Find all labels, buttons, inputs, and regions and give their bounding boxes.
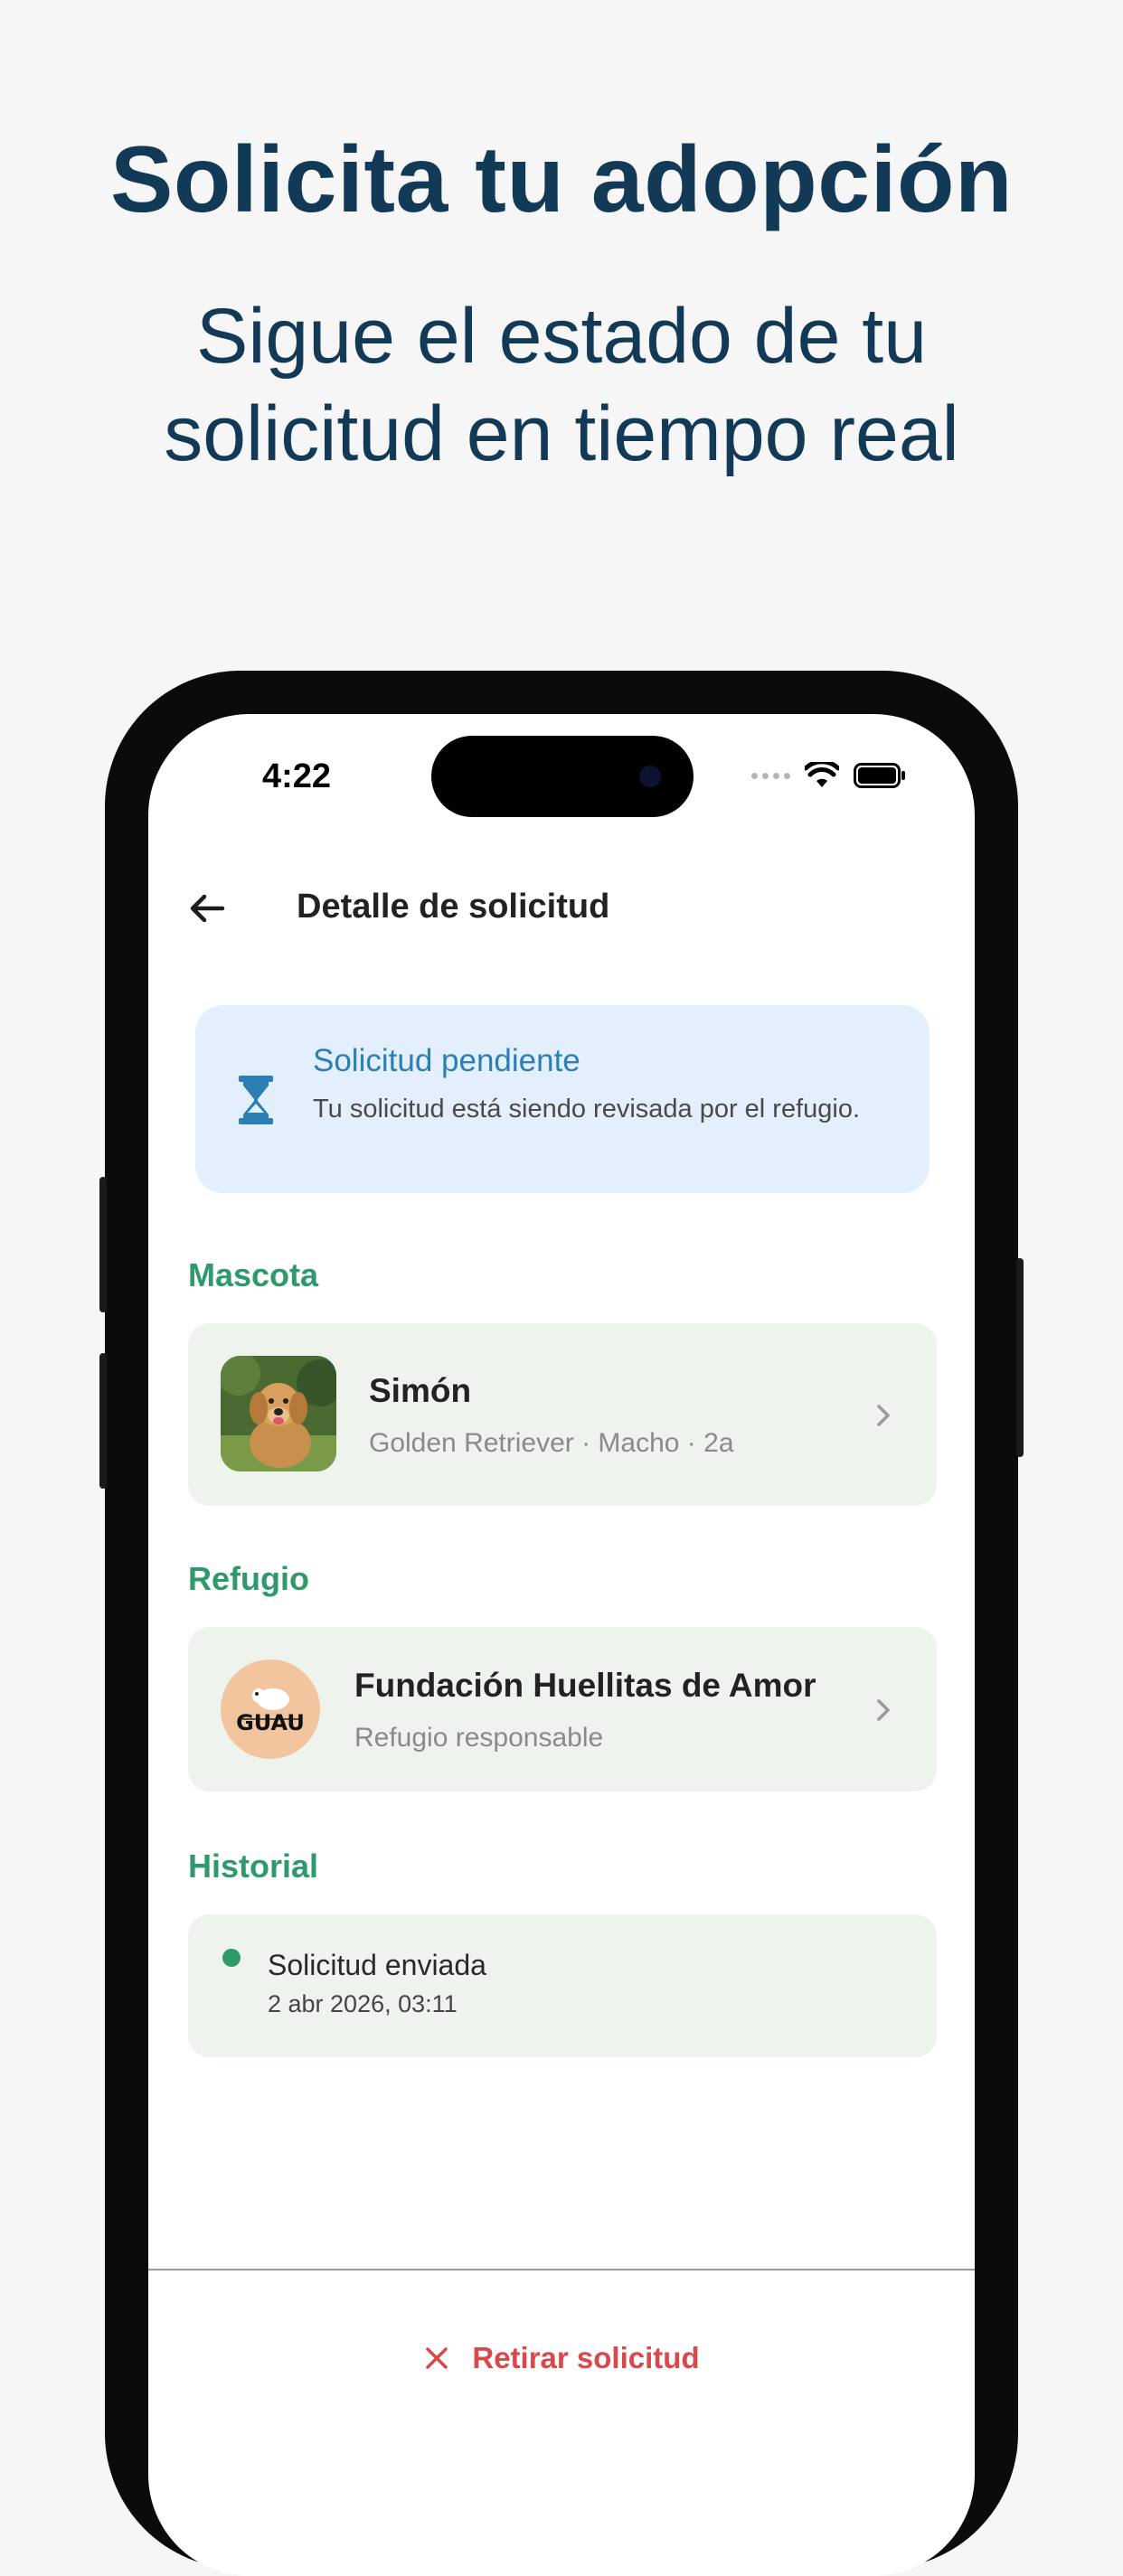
- pet-photo: [221, 1356, 336, 1471]
- signal-icon: [751, 772, 790, 779]
- shelter-logo: GUAU: [221, 1659, 320, 1759]
- pending-status-description: Tu solicitud está siendo revisada por el…: [313, 1095, 861, 1123]
- section-label-shelter: Refugio: [188, 1560, 309, 1597]
- status-icons: [751, 757, 906, 794]
- dynamic-island: [431, 736, 694, 817]
- volume-down-button: [99, 1353, 107, 1489]
- status-time: 4:22: [262, 757, 332, 795]
- pending-status-title: Solicitud pendiente: [313, 1043, 580, 1078]
- power-button: [1016, 1258, 1024, 1457]
- section-label-pet: Mascota: [188, 1256, 319, 1293]
- history-item-date: 2 abr 2026, 03:11: [268, 1990, 458, 2017]
- footer-divider: [148, 2269, 975, 2270]
- camera-icon: [639, 766, 661, 787]
- shelter-name: Fundación Huellitas de Amor: [354, 1667, 816, 1704]
- svg-text:GUAU: GUAU: [236, 1710, 305, 1735]
- history-card: Solicitud enviada 2 abr 2026, 03:11: [188, 1914, 937, 2057]
- arrow-left-icon[interactable]: [184, 886, 230, 931]
- shelter-card[interactable]: GUAU Fundación Huellitas de Amor Refugio…: [188, 1627, 937, 1791]
- shelter-role: Refugio responsable: [354, 1723, 604, 1753]
- volume-up-button: [99, 1177, 107, 1312]
- section-label-history: Historial: [188, 1847, 319, 1885]
- app-bar: Detalle de solicitud: [148, 859, 975, 958]
- phone-screen: 4:22 Detalle de solicitud Solicitud pend…: [148, 714, 975, 2576]
- pet-name: Simón: [369, 1372, 472, 1409]
- withdraw-request-button[interactable]: Retirar solicitud: [148, 2341, 975, 2375]
- history-status-dot: [222, 1949, 241, 1967]
- subhead-line-2: solicitud en tiempo real: [164, 390, 959, 477]
- withdraw-request-label: Retirar solicitud: [472, 2341, 700, 2374]
- phone-frame: 4:22 Detalle de solicitud Solicitud pend…: [99, 671, 1024, 2576]
- pet-card[interactable]: Simón Golden Retriever · Macho · 2a: [188, 1323, 937, 1506]
- pending-status-card: Solicitud pendiente Tu solicitud está si…: [195, 1005, 930, 1193]
- marketing-subheadline: Sigue el estado de tu solicitud en tiemp…: [0, 287, 1123, 483]
- battery-icon: [854, 763, 905, 788]
- close-icon: [426, 2347, 448, 2369]
- hourglass-icon: [239, 1076, 273, 1124]
- subhead-line-1: Sigue el estado de tu: [195, 293, 928, 380]
- history-item-title: Solicitud enviada: [268, 1949, 486, 1981]
- page-title: Detalle de solicitud: [297, 888, 610, 926]
- chevron-right-icon: [877, 1699, 890, 1721]
- marketing-headline: Solicita tu adopción: [109, 127, 1014, 232]
- wifi-icon: [805, 762, 839, 787]
- chevron-right-icon: [877, 1405, 890, 1426]
- pet-details: Golden Retriever · Macho · 2a: [369, 1428, 734, 1458]
